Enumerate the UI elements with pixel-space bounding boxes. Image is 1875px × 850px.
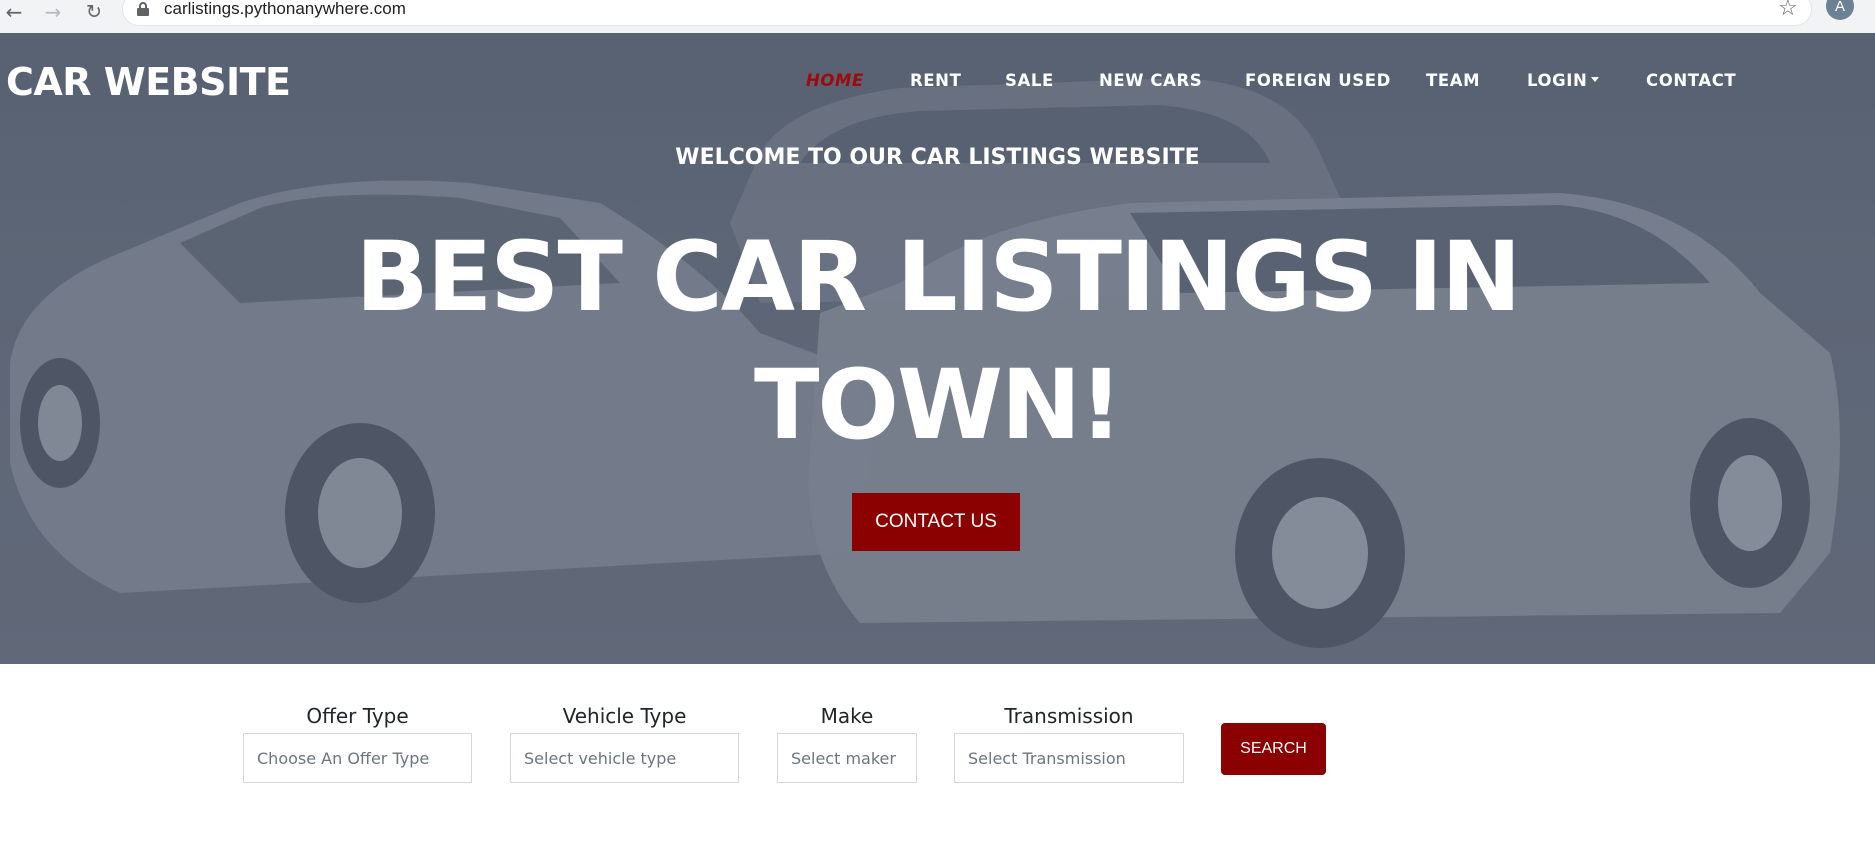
offer-type-field: Offer Type Choose An Offer Type (243, 704, 472, 783)
hero-welcome-text: WELCOME TO OUR CAR LISTINGS WEBSITE (675, 145, 1200, 170)
make-select[interactable]: Select maker (777, 733, 917, 783)
lock-icon[interactable] (137, 2, 149, 16)
nav-home[interactable]: HOME (806, 71, 864, 90)
hero-headline: BEST CAR LISTINGS IN TOWN! (355, 221, 1522, 461)
nav-team[interactable]: TEAM (1426, 71, 1480, 90)
hero-section: CAR WEBSITE HOME RENT SALE NEW CARS FORE… (0, 33, 1875, 664)
profile-avatar[interactable]: A (1826, 0, 1854, 20)
nav-foreign-used[interactable]: FOREIGN USED (1245, 71, 1391, 90)
search-button[interactable]: SEARCH (1221, 723, 1326, 775)
make-label: Make (820, 704, 874, 728)
nav-login-label: LOGIN (1527, 71, 1588, 90)
vehicle-type-label: Vehicle Type (562, 704, 687, 728)
offer-type-label: Offer Type (306, 704, 409, 728)
chevron-down-icon (1591, 77, 1600, 82)
forward-arrow-icon[interactable]: → (41, 0, 65, 24)
transmission-select[interactable]: Select Transmission (954, 733, 1184, 783)
browser-toolbar: ← → ↻ carlistings.pythonanywhere.com ☆ A (0, 0, 1875, 33)
transmission-field: Transmission Select Transmission (954, 704, 1184, 783)
offer-type-select[interactable]: Choose An Offer Type (243, 733, 472, 783)
nav-sale[interactable]: SALE (1005, 71, 1054, 90)
main-nav: HOME RENT SALE NEW CARS FOREIGN USED TEA… (0, 71, 1875, 101)
back-arrow-icon[interactable]: ← (2, 0, 26, 24)
make-field: Make Select maker (777, 704, 917, 783)
contact-us-button[interactable]: CONTACT US (852, 493, 1020, 551)
nav-new-cars[interactable]: NEW CARS (1099, 71, 1202, 90)
nav-rent[interactable]: RENT (910, 71, 961, 90)
transmission-label: Transmission (1004, 704, 1134, 728)
search-form: Offer Type Choose An Offer Type Vehicle … (0, 664, 1875, 850)
reload-icon[interactable]: ↻ (82, 0, 106, 24)
url-text[interactable]: carlistings.pythonanywhere.com (164, 0, 406, 19)
nav-login[interactable]: LOGIN (1527, 71, 1600, 90)
vehicle-type-field: Vehicle Type Select vehicle type (510, 704, 739, 783)
vehicle-type-select[interactable]: Select vehicle type (510, 733, 739, 783)
bookmark-star-icon[interactable]: ☆ (1778, 0, 1798, 21)
nav-contact[interactable]: CONTACT (1646, 71, 1736, 90)
